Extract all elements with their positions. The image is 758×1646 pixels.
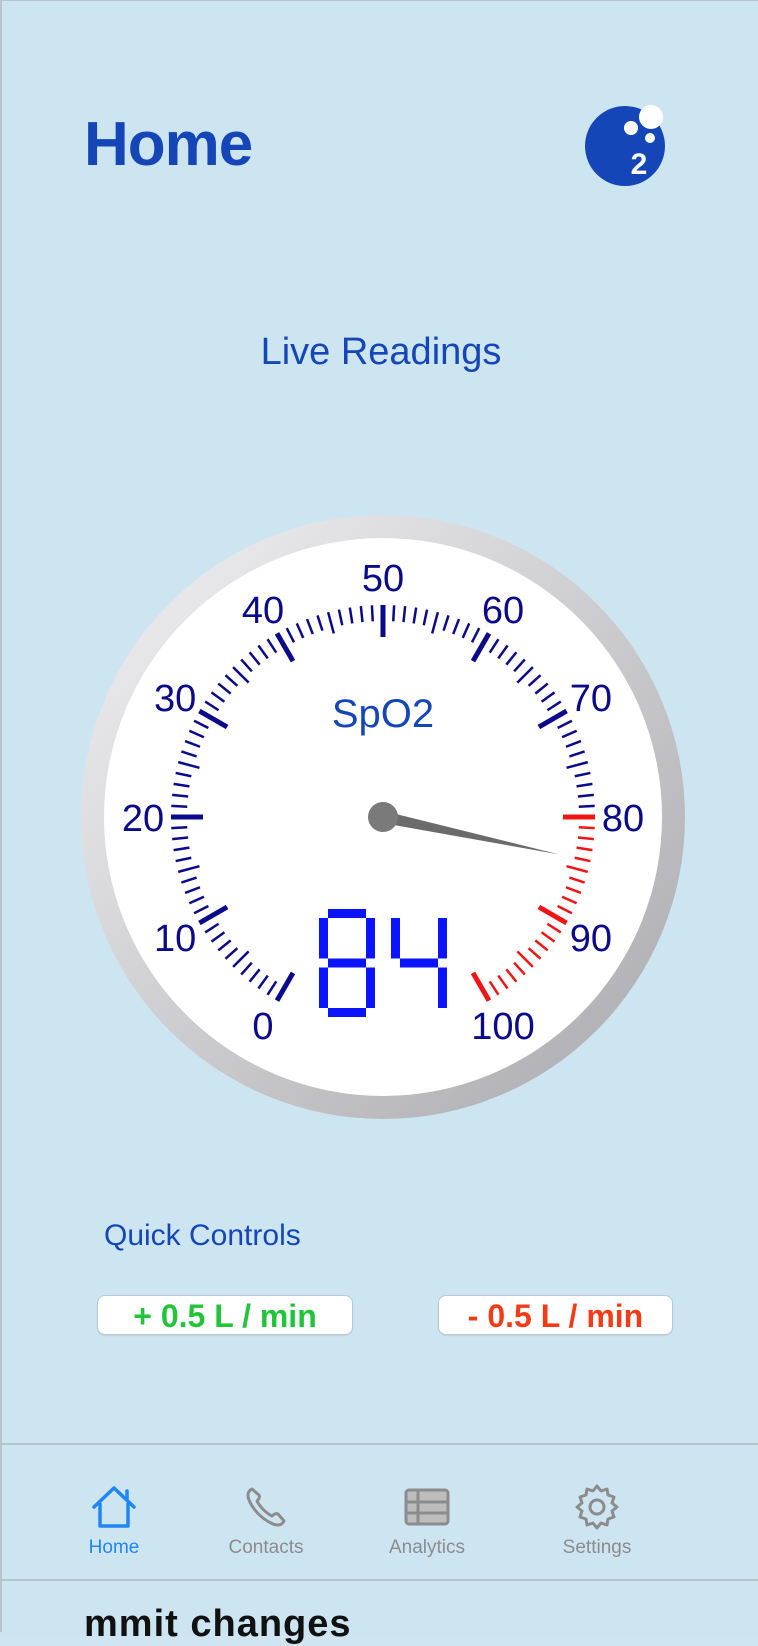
quick-controls-title: Quick Controls xyxy=(104,1219,301,1252)
logo-bubble-large xyxy=(639,105,663,129)
readout-segment xyxy=(438,967,447,1008)
app-logo: 2 xyxy=(585,105,665,186)
gauge-tick-label: 0 xyxy=(252,1006,273,1048)
readout-segment xyxy=(366,918,375,959)
decrease-flow-button[interactable]: - 0.5 L / min xyxy=(438,1295,673,1335)
gauge-minor-tick xyxy=(172,836,189,841)
gauge-needle-hub xyxy=(368,802,398,832)
home-icon xyxy=(92,1486,136,1528)
readout-segment xyxy=(400,958,438,968)
tab-home-label: Home xyxy=(88,1537,140,1558)
gauge-tick-label: 40 xyxy=(242,590,284,632)
increase-flow-button[interactable]: + 0.5 L / min xyxy=(97,1295,353,1335)
live-readings-title: Live Readings xyxy=(260,331,502,373)
tab-home[interactable]: Home xyxy=(44,1483,184,1559)
gauge-minor-tick xyxy=(171,826,188,830)
gauge-tick-label: 30 xyxy=(154,678,196,720)
gauge-minor-tick xyxy=(577,793,594,798)
gauge-minor-tick xyxy=(171,804,188,808)
logo-bubble-small xyxy=(645,133,655,143)
tab-bar: Home Contacts Analytics Settings xyxy=(2,1443,758,1581)
readout-segment xyxy=(328,909,366,918)
readout-segment xyxy=(319,967,328,1008)
gauge-label: SpO2 xyxy=(332,692,434,736)
gauge-minor-tick xyxy=(359,606,364,623)
gauge-tick-label: 10 xyxy=(154,918,196,960)
readout-segment xyxy=(328,958,366,968)
readout-segment xyxy=(328,1008,366,1017)
gear-icon xyxy=(575,1484,619,1530)
page-title: Home xyxy=(84,110,253,179)
gauge-tick-label: 60 xyxy=(482,590,524,632)
clipped-text: mmit changes xyxy=(84,1603,352,1645)
gauge-tick-label: 50 xyxy=(362,558,404,600)
app-screen: Home 2 Live Readings 0 10 20 30 40 50 60 70 80 90… xyxy=(0,0,758,1645)
gauge-minor-tick xyxy=(172,793,189,798)
gauge-tick-label: 90 xyxy=(570,918,612,960)
underlying-sheet: mmit changes xyxy=(2,1579,758,1645)
tab-settings[interactable]: Settings xyxy=(527,1483,667,1559)
readout-segment xyxy=(438,918,447,959)
spo2-gauge: 0 10 20 30 40 50 60 70 80 90 100 SpO2 xyxy=(81,515,685,1119)
gauge-minor-tick xyxy=(370,605,374,622)
readout-segment xyxy=(391,918,400,959)
gauge-tick-label: 100 xyxy=(471,1006,534,1048)
gauge-minor-tick xyxy=(402,606,407,623)
tab-contacts-label: Contacts xyxy=(228,1537,304,1558)
logo-bubble-medium xyxy=(624,121,638,135)
phone-icon xyxy=(246,1487,286,1527)
gauge-tick-label: 70 xyxy=(570,678,612,720)
logo-digit: 2 xyxy=(631,148,648,181)
readout-segment xyxy=(366,967,375,1008)
gauge-minor-tick xyxy=(392,605,396,622)
tab-settings-label: Settings xyxy=(562,1537,632,1558)
gauge-tick-label: 20 xyxy=(122,798,164,840)
readout-segment xyxy=(319,918,328,959)
gauge-tick-label: 80 xyxy=(602,798,644,840)
table-icon xyxy=(404,1488,450,1526)
gauge-minor-tick xyxy=(577,836,594,841)
gauge-minor-tick xyxy=(578,804,595,808)
tab-contacts[interactable]: Contacts xyxy=(196,1483,336,1559)
tab-analytics-label: Analytics xyxy=(388,1537,466,1558)
tab-analytics[interactable]: Analytics xyxy=(357,1483,497,1559)
gauge-minor-tick xyxy=(578,826,595,830)
